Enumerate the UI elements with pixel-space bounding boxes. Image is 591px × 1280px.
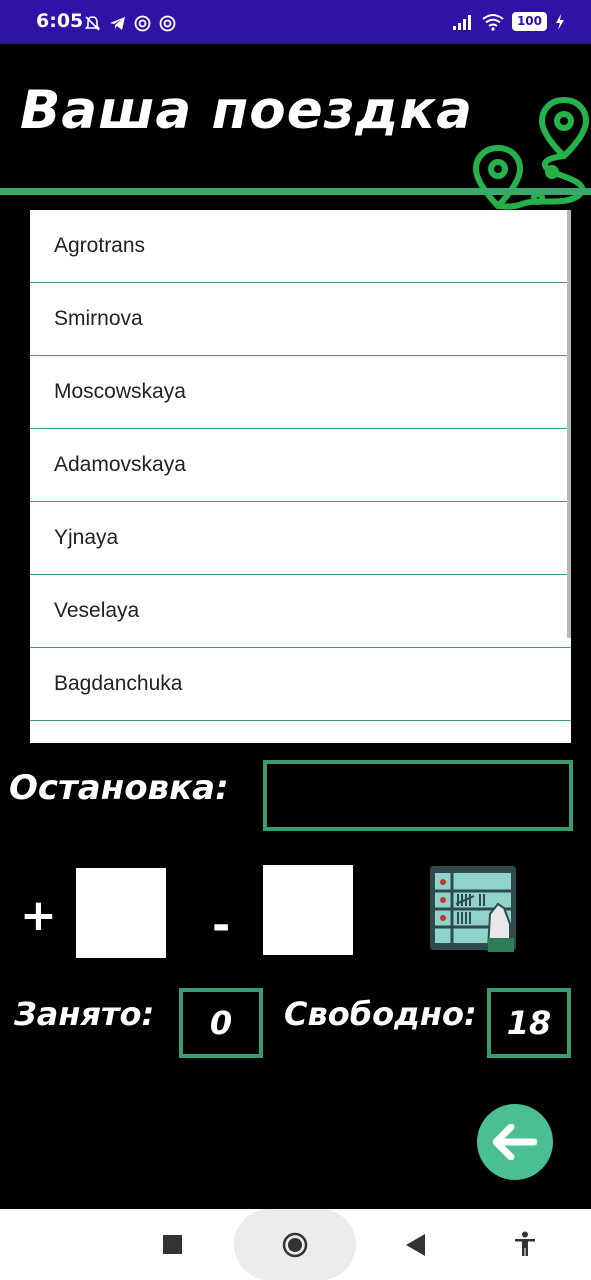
plus-input[interactable] bbox=[76, 868, 166, 958]
stop-name: Adamovskaya bbox=[54, 453, 186, 476]
occupied-count: 0 bbox=[179, 988, 263, 1058]
signal-icon bbox=[452, 14, 471, 30]
stop-list-item[interactable]: Adamovskaya bbox=[30, 429, 571, 502]
free-label: Свободно: bbox=[284, 995, 477, 1033]
status-bar: 6:05 100 bbox=[0, 0, 591, 44]
stop-name: Smirnova bbox=[54, 307, 143, 330]
back-button[interactable] bbox=[477, 1104, 553, 1180]
battery-icon: 100 bbox=[511, 12, 547, 31]
stop-input[interactable] bbox=[263, 760, 573, 831]
header: Ваша поездка bbox=[0, 44, 591, 210]
stop-list-item[interactable]: Smirnova bbox=[30, 283, 571, 356]
stop-list-item[interactable] bbox=[30, 721, 571, 743]
route-map-icon bbox=[473, 97, 589, 210]
system-nav-bar bbox=[0, 1209, 591, 1280]
status-icons-right: 100 bbox=[452, 12, 565, 31]
home-icon[interactable] bbox=[282, 1232, 308, 1258]
telegram-icon bbox=[110, 17, 125, 30]
minus-label: - bbox=[212, 900, 231, 951]
charging-icon bbox=[556, 13, 564, 30]
free-count: 18 bbox=[487, 988, 571, 1058]
stop-list-item[interactable]: Yjnaya bbox=[30, 502, 571, 575]
stop-list[interactable]: Agrotrans Smirnova Moscowskaya Adamovska… bbox=[30, 210, 571, 743]
recents-icon[interactable] bbox=[163, 1235, 182, 1254]
back-icon[interactable] bbox=[406, 1234, 426, 1256]
stop-label: Остановка: bbox=[9, 768, 229, 808]
plus-label: + bbox=[20, 890, 57, 941]
stop-name: Bagdanchuka bbox=[54, 672, 183, 695]
stop-list-item[interactable]: Bagdanchuka bbox=[30, 648, 571, 721]
header-divider bbox=[0, 188, 591, 195]
accessibility-icon[interactable] bbox=[514, 1231, 536, 1257]
occupied-label: Занято: bbox=[14, 995, 155, 1033]
stop-name: Veselaya bbox=[54, 599, 140, 622]
tally-counter-icon[interactable] bbox=[428, 864, 520, 956]
stop-list-item[interactable]: Veselaya bbox=[30, 575, 571, 648]
stop-name: Agrotrans bbox=[54, 234, 146, 257]
stop-list-item[interactable]: Moscowskaya bbox=[30, 356, 571, 429]
stop-name: Moscowskaya bbox=[54, 380, 186, 403]
minus-input[interactable] bbox=[263, 865, 353, 955]
notifications-off-icon bbox=[84, 16, 101, 31]
list-scrollbar[interactable] bbox=[567, 210, 571, 638]
wifi-icon bbox=[482, 13, 504, 31]
stop-list-item[interactable]: Agrotrans bbox=[30, 210, 571, 283]
status-time: 6:05 bbox=[36, 10, 84, 32]
page-title: Ваша поездка bbox=[20, 80, 473, 141]
stop-name: Yjnaya bbox=[54, 526, 119, 549]
arrow-left-icon bbox=[493, 1124, 537, 1160]
at-icon bbox=[134, 15, 151, 32]
at-icon bbox=[159, 15, 176, 32]
status-icons-left bbox=[84, 15, 176, 32]
